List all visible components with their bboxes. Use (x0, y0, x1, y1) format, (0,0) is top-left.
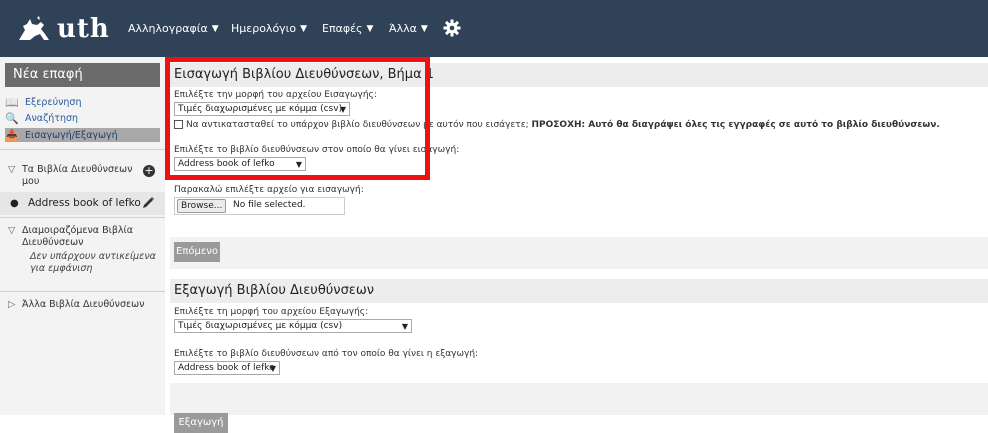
export-source-value: Address book of lefko (178, 363, 275, 373)
export-source-label: Επιλέξτε το βιβλίο διευθύνσεων από τον ο… (174, 349, 479, 359)
export-source-select[interactable]: Address book of lefko ▼ (174, 361, 280, 375)
sidebar-item-address-book[interactable]: ● Address book of lefko (0, 192, 165, 215)
next-button[interactable]: Επόμενο (174, 242, 220, 262)
other-address-books-header[interactable]: ▷ Άλλα Βιβλία Διευθύνσεων (8, 299, 144, 310)
pencil-icon[interactable] (140, 195, 156, 211)
divider (0, 217, 165, 218)
logo-text: uth (57, 14, 110, 44)
file-input[interactable]: Browse... No file selected. (174, 197, 345, 215)
export-button-bar (170, 383, 988, 415)
shared-books-label-2: Διευθύνσεων (22, 237, 84, 248)
export-format-select[interactable]: Τιμές διαχωρισμένες με κόμμα (csv) ▼ (174, 319, 412, 333)
other-books-label: Άλλα Βιβλία Διευθύνσεων (22, 299, 145, 310)
menu-mail[interactable]: Αλληλογραφία ▼ (128, 0, 219, 57)
my-books-label: Τα Βιβλία Διευθύνσεων (22, 164, 133, 175)
my-address-books-header[interactable]: ▽ Τα Βιβλία Διευθύνσεων (8, 164, 132, 175)
file-label: Παρακαλώ επιλέξτε αρχείο για εισαγωγή: (174, 185, 364, 195)
logo[interactable]: uth (17, 14, 110, 44)
shared-address-books-header[interactable]: ▽ Διαμοιραζόμενα Βιβλία (8, 225, 133, 236)
chevron-down-icon: ▼ (420, 23, 428, 34)
menu-contacts[interactable]: Επαφές ▼ (322, 0, 373, 57)
chevron-down-icon: ▼ (300, 23, 308, 34)
menu-calendar-label: Ημερολόγιο (231, 22, 297, 35)
bullet-icon: ● (10, 198, 19, 209)
empty-note-1: Δεν υπάρχουν αντικείμενα (30, 251, 156, 262)
triangle-down-icon: ▽ (8, 225, 16, 236)
chevron-down-icon: ▼ (401, 322, 408, 331)
shared-books-label: Διαμοιραζόμενα Βιβλία (22, 225, 133, 236)
gear-icon[interactable] (443, 19, 461, 37)
book-icon: 📖 (5, 95, 19, 109)
search-icon: 🔍 (5, 111, 19, 125)
divider (0, 291, 165, 292)
import-icon: 📥 (5, 128, 19, 142)
chevron-down-icon: ▼ (269, 364, 276, 373)
sidebar-item-label: Αναζήτηση (25, 112, 79, 124)
divider (0, 149, 165, 150)
sidebar-item-label: Εισαγωγή/Εξαγωγή (25, 129, 118, 141)
triangle-down-icon: ▽ (8, 164, 16, 175)
menu-calendar[interactable]: Ημερολόγιο ▼ (231, 0, 307, 57)
menu-contacts-label: Επαφές (322, 22, 363, 35)
empty-note-2: για εμφάνιση (30, 263, 93, 274)
chevron-down-icon: ▼ (211, 23, 219, 34)
top-bar: uth Αλληλογραφία ▼ Ημερολόγιο ▼ Επαφές ▼ Άλ… (0, 0, 988, 57)
new-contact-button[interactable]: Νέα επαφή (5, 63, 160, 87)
triangle-right-icon: ▷ (8, 299, 16, 310)
logo-horseman-icon (19, 16, 49, 40)
menu-other-label: Άλλα (389, 22, 417, 35)
menu-other[interactable]: Άλλα ▼ (389, 0, 428, 57)
sidebar-item-search[interactable]: 🔍 Αναζήτηση (5, 111, 160, 125)
export-format-label: Επιλέξτε τη μορφή του αρχείου Εξαγωγής: (174, 307, 369, 317)
highlight-box (165, 57, 430, 180)
replace-warning: ΠΡΟΣΟΧΗ: Αυτό θα διαγράψει όλες τις εγγρ… (531, 120, 940, 130)
menu-mail-label: Αλληλογραφία (128, 22, 208, 35)
sidebar-item-import-export[interactable]: 📥 Εισαγωγή/Εξαγωγή (5, 128, 160, 142)
sidebar-item-label: Εξερεύνηση (25, 96, 82, 108)
sidebar: Νέα επαφή 📖 Εξερεύνηση 🔍 Αναζήτηση 📥 Εισ… (0, 57, 165, 415)
export-button[interactable]: Εξαγωγή (174, 413, 228, 433)
export-section-title: Εξαγωγή Βιβλίου Διευθύνσεων (170, 279, 988, 303)
export-format-value: Τιμές διαχωρισμένες με κόμμα (csv) (178, 321, 343, 331)
no-file-text: No file selected. (233, 200, 306, 210)
my-books-label-2: μου (22, 176, 40, 187)
sidebar-item-browse[interactable]: 📖 Εξερεύνηση (5, 95, 160, 109)
import-button-bar (170, 237, 988, 269)
add-address-book-icon[interactable]: + (143, 165, 155, 177)
address-book-label: Address book of lefko (28, 197, 141, 209)
chevron-down-icon: ▼ (366, 23, 374, 34)
browse-button[interactable]: Browse... (177, 199, 227, 213)
